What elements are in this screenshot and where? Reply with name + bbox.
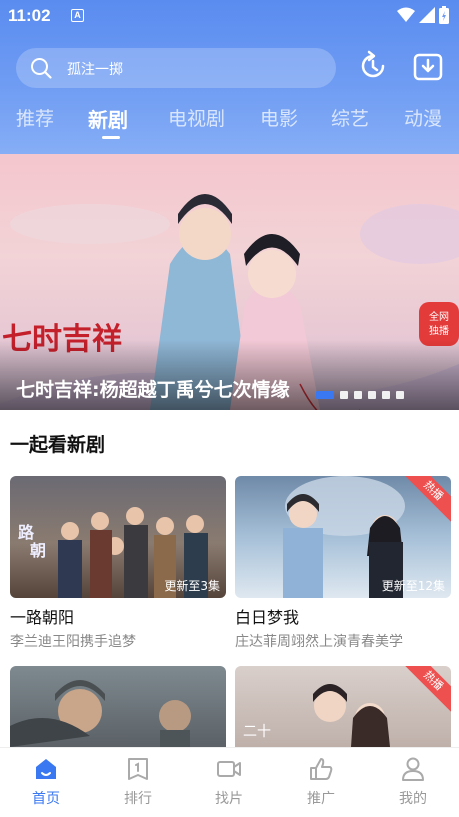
search-icon: [31, 58, 52, 79]
battery-icon: [439, 6, 449, 24]
card-thumbnail: 路 朝 更新至3集: [10, 476, 226, 598]
ranking-icon: [128, 758, 148, 780]
section-title: 一起看新剧: [10, 434, 106, 456]
svg-text:二十: 二十: [243, 724, 271, 740]
svg-text:路: 路: [18, 523, 35, 542]
tab-tv-series[interactable]: 电视剧: [168, 104, 225, 131]
tab-movies[interactable]: 电影: [260, 104, 298, 131]
top-header: 11:02 A 孤注一掷 推荐 新剧 电视剧 电影 综艺 动漫: [0, 0, 459, 154]
carousel-dot[interactable]: [396, 391, 404, 399]
search-bar[interactable]: 孤注一掷: [16, 48, 336, 88]
carousel-dot[interactable]: [316, 391, 334, 399]
download-icon[interactable]: [412, 50, 444, 82]
history-icon[interactable]: [357, 50, 389, 82]
category-tabs: 推荐 新剧 电视剧 电影 综艺 动漫: [0, 104, 459, 144]
search-placeholder: 孤注一掷: [67, 62, 123, 78]
nav-discover[interactable]: 找片: [199, 756, 259, 808]
svg-text:朝: 朝: [30, 541, 46, 560]
hero-banner[interactable]: 七时吉祥 全网 独播 七时吉祥:杨超越丁禹兮七次情缘: [0, 154, 459, 410]
thumbs-up-icon: [310, 758, 333, 780]
card-title: 一路朝阳: [10, 608, 75, 627]
carousel-dot[interactable]: [340, 391, 348, 399]
nav-profile[interactable]: 我的: [383, 756, 443, 808]
notification-icon: A: [71, 9, 84, 22]
card-title: 白日梦我: [235, 608, 300, 627]
card-thumbnail: 二十 热播: [235, 666, 451, 747]
carousel-dot[interactable]: [382, 391, 390, 399]
tab-variety[interactable]: 综艺: [331, 104, 369, 131]
wifi-icon: [397, 7, 415, 22]
nav-ranking[interactable]: 排行: [108, 756, 168, 808]
card-subtitle: 庄达菲周翊然上演青春美学: [235, 634, 403, 650]
nav-home[interactable]: 首页: [16, 756, 76, 808]
tab-new-drama[interactable]: 新剧: [88, 104, 128, 133]
nav-promote[interactable]: 推广: [291, 756, 351, 808]
nav-label: 推广: [307, 791, 335, 807]
tab-recommend[interactable]: 推荐: [16, 104, 54, 131]
card-artwork: [10, 680, 191, 747]
svg-text:全网: 全网: [429, 310, 449, 323]
system-icons: [397, 6, 449, 24]
signal-icon: [419, 7, 435, 23]
nav-label: 找片: [215, 791, 243, 807]
user-icon: [402, 757, 424, 781]
video-camera-icon: [217, 761, 241, 777]
carousel-dot[interactable]: [354, 391, 362, 399]
banner-title: 七时吉祥:杨超越丁禹兮七次情缘: [16, 379, 290, 401]
tab-anime[interactable]: 动漫: [404, 104, 442, 131]
svg-text:独播: 独播: [429, 324, 449, 337]
carousel-indicator: [316, 391, 404, 399]
carousel-dot[interactable]: [368, 391, 376, 399]
home-icon: [36, 759, 56, 779]
bottom-nav: 首页 排行 找片 推广 我的: [0, 747, 459, 817]
status-bar: 11:02 A: [0, 0, 459, 32]
status-time: 11:02: [8, 6, 51, 25]
card-thumbnail: 热播 更新至12集: [235, 476, 451, 598]
nav-label: 我的: [399, 791, 427, 807]
card-subtitle: 李兰迪王阳携手追梦: [10, 634, 136, 650]
card-thumbnail: [10, 666, 226, 747]
active-tab-indicator: [102, 136, 120, 139]
episode-update: 更新至3集: [164, 579, 220, 593]
nav-label: 首页: [32, 791, 60, 807]
episode-update: 更新至12集: [381, 579, 445, 593]
nav-label: 排行: [124, 791, 152, 807]
